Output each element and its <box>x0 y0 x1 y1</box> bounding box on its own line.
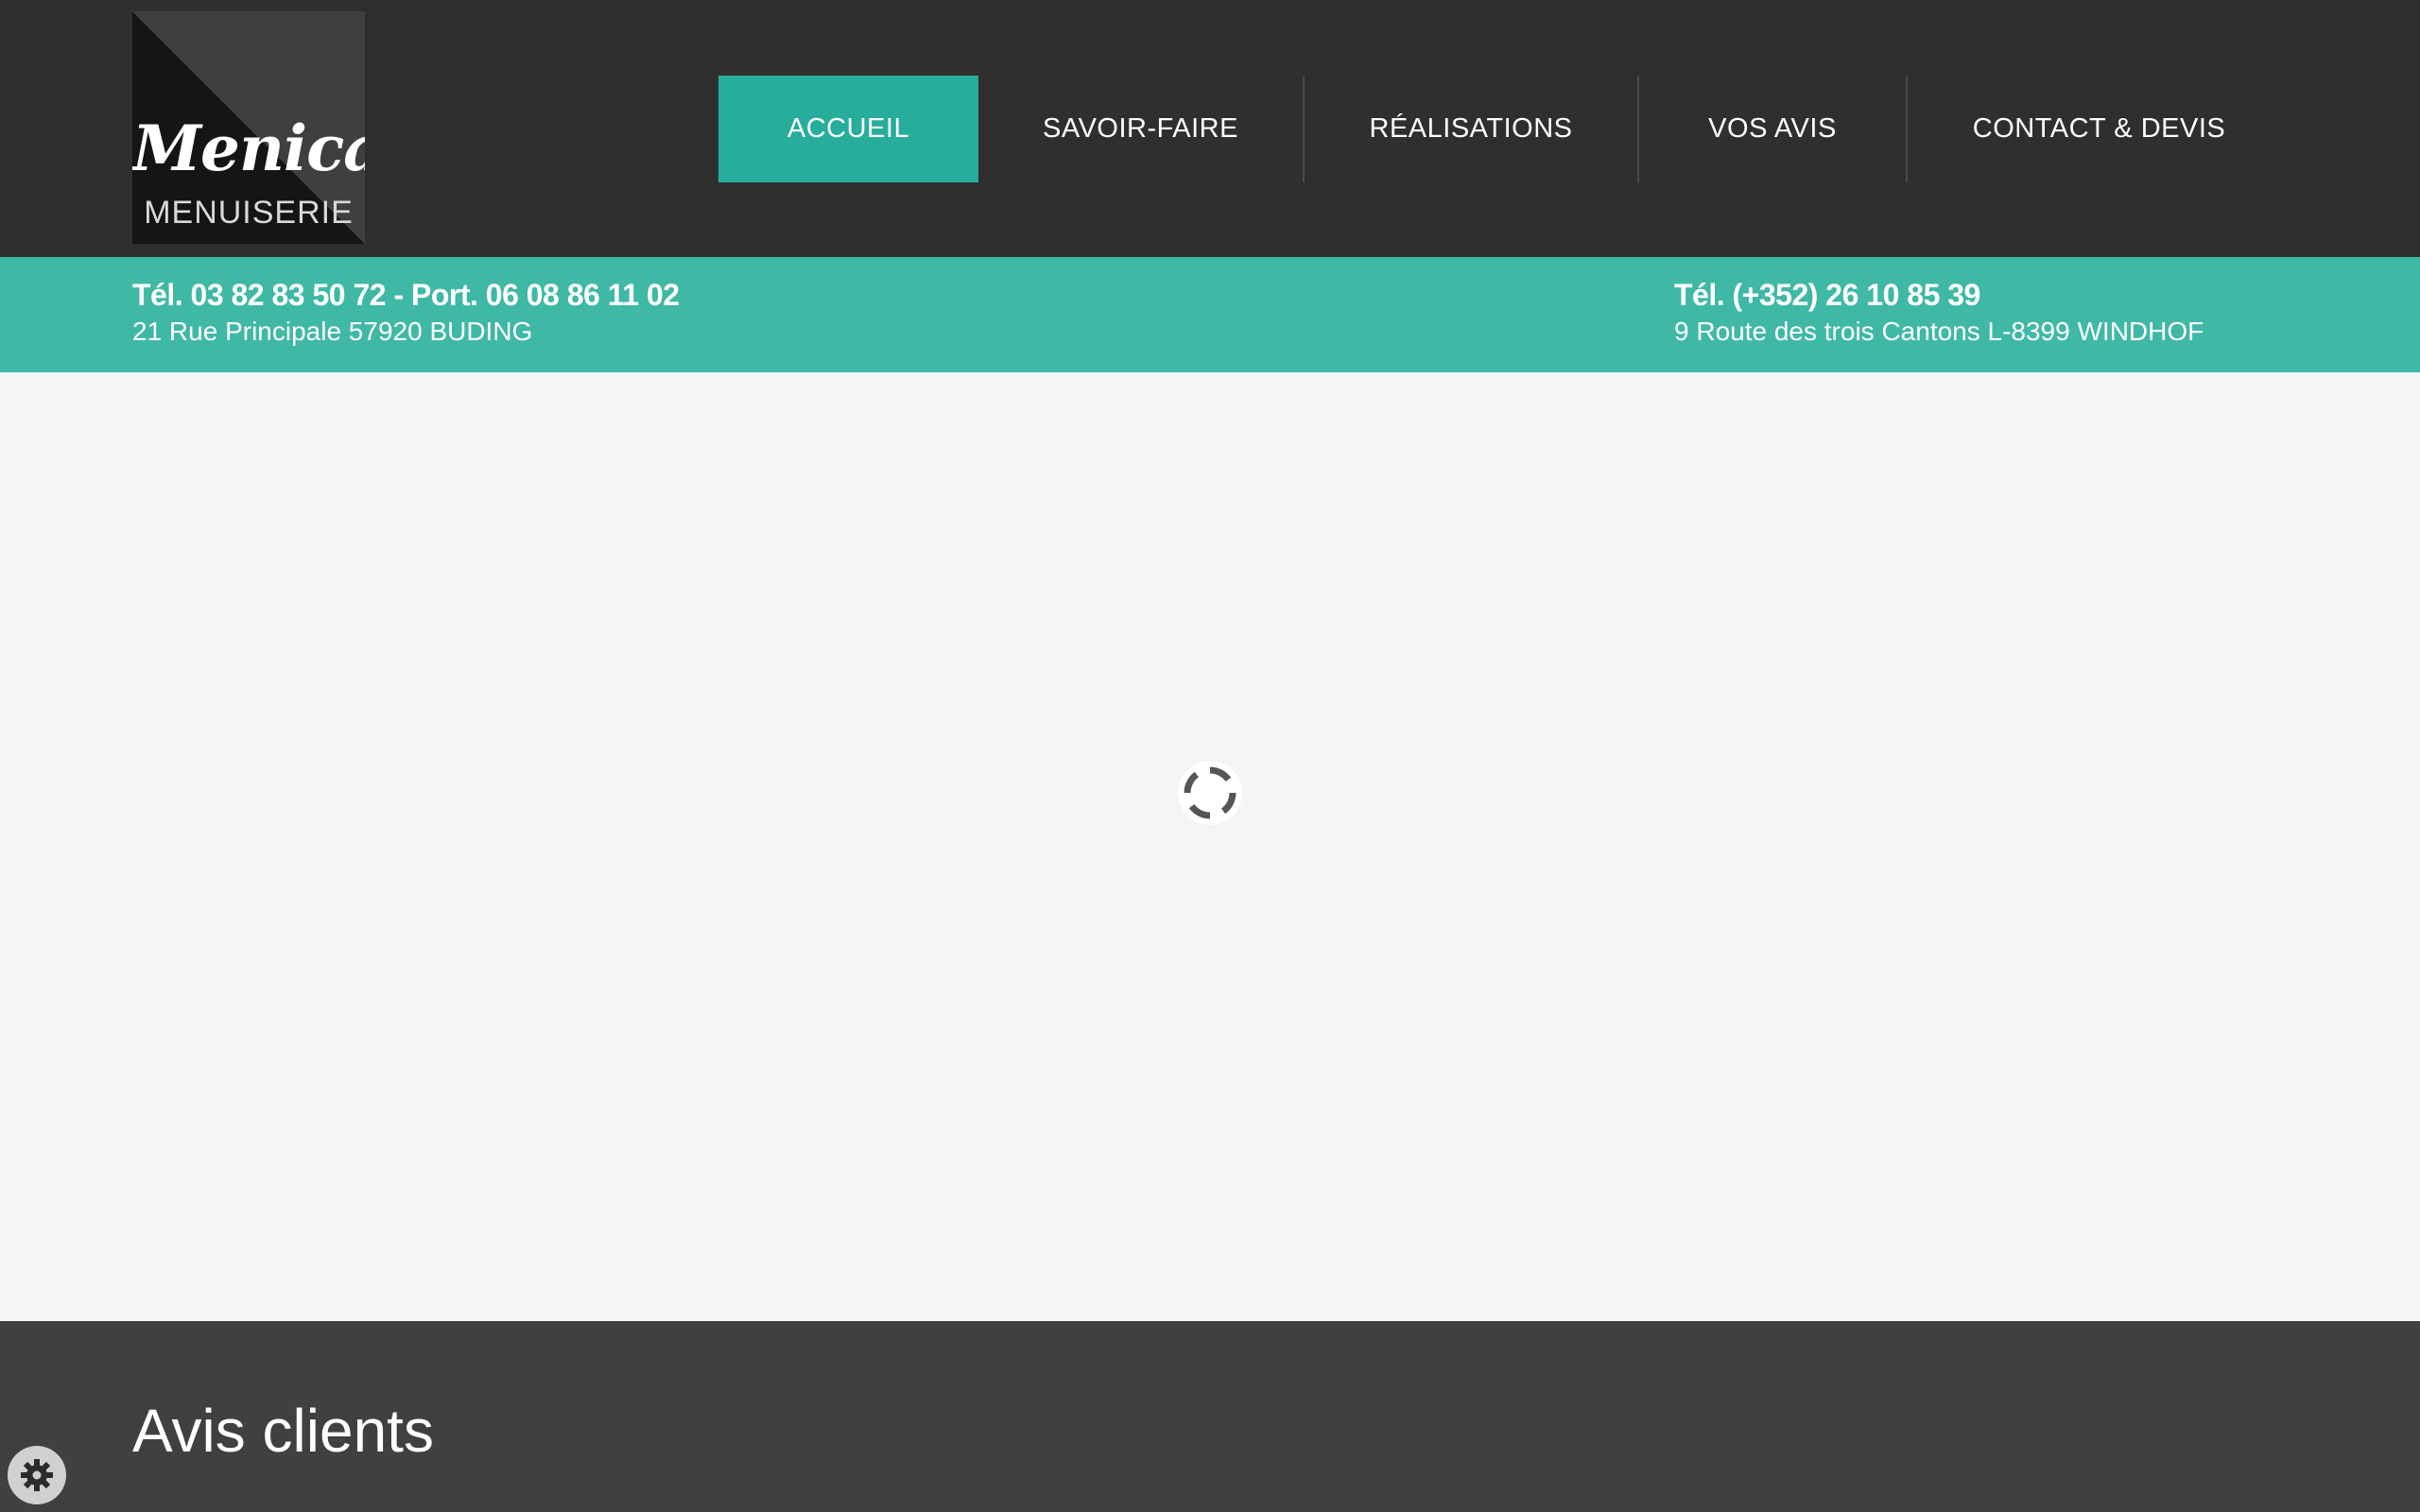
site-logo[interactable]: Menica MENUISERIE <box>132 11 365 244</box>
contact-info-bar: Tél. 03 82 83 50 72 - Port. 06 08 86 11 … <box>0 257 2420 372</box>
phone-luxembourg[interactable]: Tél. (+352) 26 10 85 39 <box>1674 276 2204 314</box>
nav-item-accueil[interactable]: ACCUEIL <box>718 76 978 182</box>
logo-script-text: Menica <box>132 112 365 185</box>
nav-item-realisations[interactable]: RÉALISATIONS <box>1305 76 1639 182</box>
reviews-title: Avis clients <box>132 1397 434 1465</box>
nav-item-vos-avis[interactable]: VOS AVIS <box>1639 76 1908 182</box>
phone-france[interactable]: Tél. 03 82 83 50 72 - Port. 06 08 86 11 … <box>132 276 680 314</box>
gear-icon <box>21 1459 53 1491</box>
site-header: Menica MENUISERIE ACCUEIL SAVOIR-FAIRE R… <box>0 0 2420 257</box>
main-navigation: ACCUEIL SAVOIR-FAIRE RÉALISATIONS VOS AV… <box>718 76 2290 182</box>
logo-subtitle: MENUISERIE <box>144 195 354 231</box>
spinner-icon <box>1175 758 1245 828</box>
contact-france: Tél. 03 82 83 50 72 - Port. 06 08 86 11 … <box>132 276 680 350</box>
nav-item-contact-devis[interactable]: CONTACT & DEVIS <box>1908 76 2290 182</box>
hero-slider <box>0 372 2420 1321</box>
nav-item-savoir-faire[interactable]: SAVOIR-FAIRE <box>978 76 1305 182</box>
contact-luxembourg: Tél. (+352) 26 10 85 39 9 Route des troi… <box>1674 276 2204 350</box>
address-luxembourg: 9 Route des trois Cantons L-8399 WINDHOF <box>1674 317 2204 346</box>
address-france: 21 Rue Principale 57920 BUDING <box>132 317 533 346</box>
cookie-settings-button[interactable] <box>8 1446 66 1504</box>
reviews-section: Avis clients <box>0 1321 2420 1512</box>
